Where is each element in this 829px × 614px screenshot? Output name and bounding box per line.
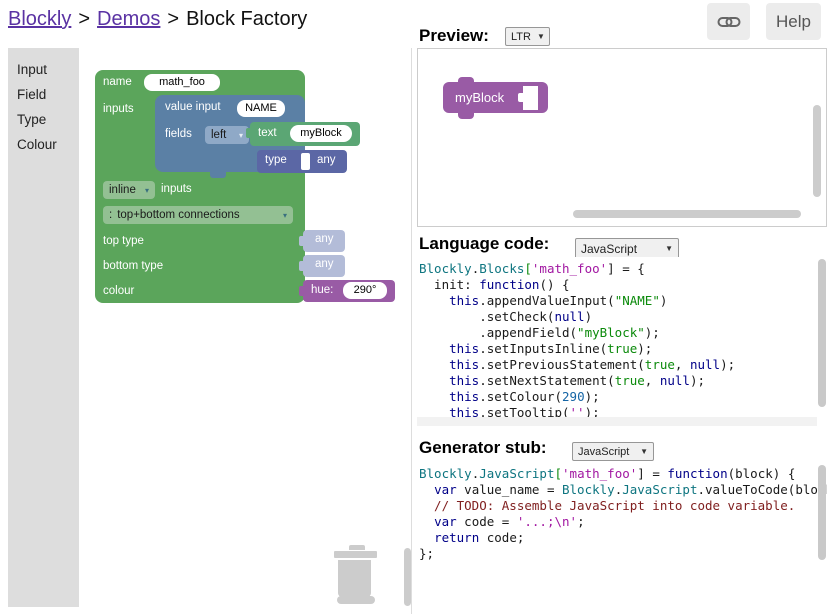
trash-body — [338, 560, 371, 597]
inline-inputs-label: inputs — [161, 183, 192, 195]
toolbox-category-input[interactable]: Input — [17, 62, 47, 77]
panel-divider — [411, 48, 412, 614]
toolbox-category-type[interactable]: Type — [17, 112, 46, 127]
breadcrumb-separator: > — [167, 8, 179, 30]
language-code-vscroll[interactable] — [818, 259, 826, 407]
bottom-type-any-block[interactable]: any — [303, 255, 345, 277]
generator-stub-vscroll[interactable] — [818, 465, 826, 560]
language-code-heading: Language code: — [419, 234, 549, 254]
generator-select-value: JavaScript — [578, 446, 629, 458]
next-connector — [458, 112, 474, 119]
type-label: type — [265, 154, 287, 166]
fields-label: fields — [165, 128, 192, 140]
workspace-vertical-scrollbar[interactable] — [404, 548, 411, 606]
puzzle-tab — [299, 261, 305, 271]
block-factory-page: Blockly > Demos > Block Factory Help Preview… — [0, 0, 829, 614]
value-input-label: value input — [165, 101, 221, 113]
generator-stub-area: Blockly.JavaScript['math_foo'] = functio… — [417, 462, 827, 614]
page-title: Block Factory — [186, 8, 307, 30]
any-label: any — [315, 233, 334, 245]
hue-value-field[interactable]: 290° — [343, 282, 387, 299]
select-arrow-icon: ▼ — [640, 447, 648, 456]
help-button[interactable]: Help — [766, 3, 821, 40]
breadcrumb: Blockly > Demos > Block Factory — [8, 8, 307, 31]
chevron-down-icon: ▾ — [239, 131, 243, 140]
puzzle-tab — [246, 128, 252, 138]
top-type-any-block[interactable]: any — [303, 230, 345, 252]
connections-dropdown[interactable]: : top+bottom connections ▾ — [103, 206, 293, 224]
select-arrow-icon: ▼ — [665, 244, 673, 253]
generator-select[interactable]: JavaScript ▼ — [572, 442, 654, 461]
help-button-label: Help — [776, 12, 811, 32]
inline-dropdown[interactable]: inline ▾ — [103, 181, 155, 199]
type-any-label: any — [317, 154, 336, 166]
top-type-label: top type — [103, 235, 144, 247]
bottom-type-label: bottom type — [103, 260, 163, 272]
preview-direction-select[interactable]: LTR ▼ — [505, 27, 550, 46]
preview-horizontal-scrollbar[interactable] — [573, 210, 801, 218]
chevron-down-icon: ▾ — [145, 186, 149, 195]
breadcrumb-link-blockly[interactable]: Blockly — [8, 8, 71, 30]
breadcrumb-link-demos[interactable]: Demos — [97, 8, 160, 30]
colour-hue-block[interactable]: hue: 290° — [303, 280, 395, 302]
preview-heading: Preview: — [419, 26, 489, 46]
value-input-socket — [523, 86, 538, 110]
value-input-socket-tab — [518, 93, 524, 102]
input-name-field[interactable]: NAME — [237, 100, 285, 117]
chevron-down-icon: ▾ — [283, 211, 287, 220]
breadcrumb-separator: > — [78, 8, 90, 30]
inputs-label: inputs — [103, 103, 134, 115]
preview-vertical-scrollbar[interactable] — [813, 105, 821, 197]
text-value-field[interactable]: myBlock — [290, 125, 352, 142]
trash-lid — [334, 551, 377, 558]
any-label: any — [315, 258, 334, 270]
name-label: name — [103, 76, 132, 88]
select-arrow-icon: ▼ — [537, 32, 545, 41]
language-select[interactable]: JavaScript ▼ — [575, 238, 679, 259]
fields-align-dropdown[interactable]: left ▾ — [205, 126, 249, 144]
statement-notch — [210, 172, 226, 178]
type-block[interactable]: type any — [257, 150, 347, 173]
block-name-field[interactable]: math_foo — [144, 74, 220, 91]
link-icon — [717, 12, 741, 32]
workspace-horizontal-scrollbar[interactable] — [337, 596, 375, 604]
puzzle-tab — [299, 236, 305, 246]
puzzle-tab — [299, 286, 305, 296]
inline-dropdown-value: inline — [109, 184, 140, 196]
preview-workspace — [417, 48, 827, 227]
colour-label: colour — [103, 285, 134, 297]
hue-label: hue: — [311, 284, 333, 296]
language-select-value: JavaScript — [581, 242, 637, 256]
language-code-area: Blockly.Blocks['math_foo'] = { init: fun… — [417, 257, 827, 426]
text-label: text — [258, 127, 277, 139]
text-field-block[interactable]: text myBlock — [250, 122, 360, 146]
language-code-hscroll-track[interactable] — [417, 417, 817, 426]
trash-handle — [349, 545, 365, 550]
toolbox — [8, 48, 79, 607]
preview-direction-value: LTR — [511, 31, 531, 43]
type-socket — [301, 153, 310, 170]
connections-dropdown-value: top+bottom connections — [117, 209, 278, 221]
toolbox-category-colour[interactable]: Colour — [17, 137, 57, 152]
generator-stub-heading: Generator stub: — [419, 438, 547, 458]
preview-block-label: myBlock — [455, 90, 504, 105]
share-link-button[interactable] — [707, 3, 750, 40]
toolbox-category-field[interactable]: Field — [17, 87, 46, 102]
preview-myblock[interactable]: myBlock — [443, 77, 548, 120]
fields-align-value: left — [211, 129, 234, 141]
drag-handle-icon: : — [109, 209, 112, 221]
